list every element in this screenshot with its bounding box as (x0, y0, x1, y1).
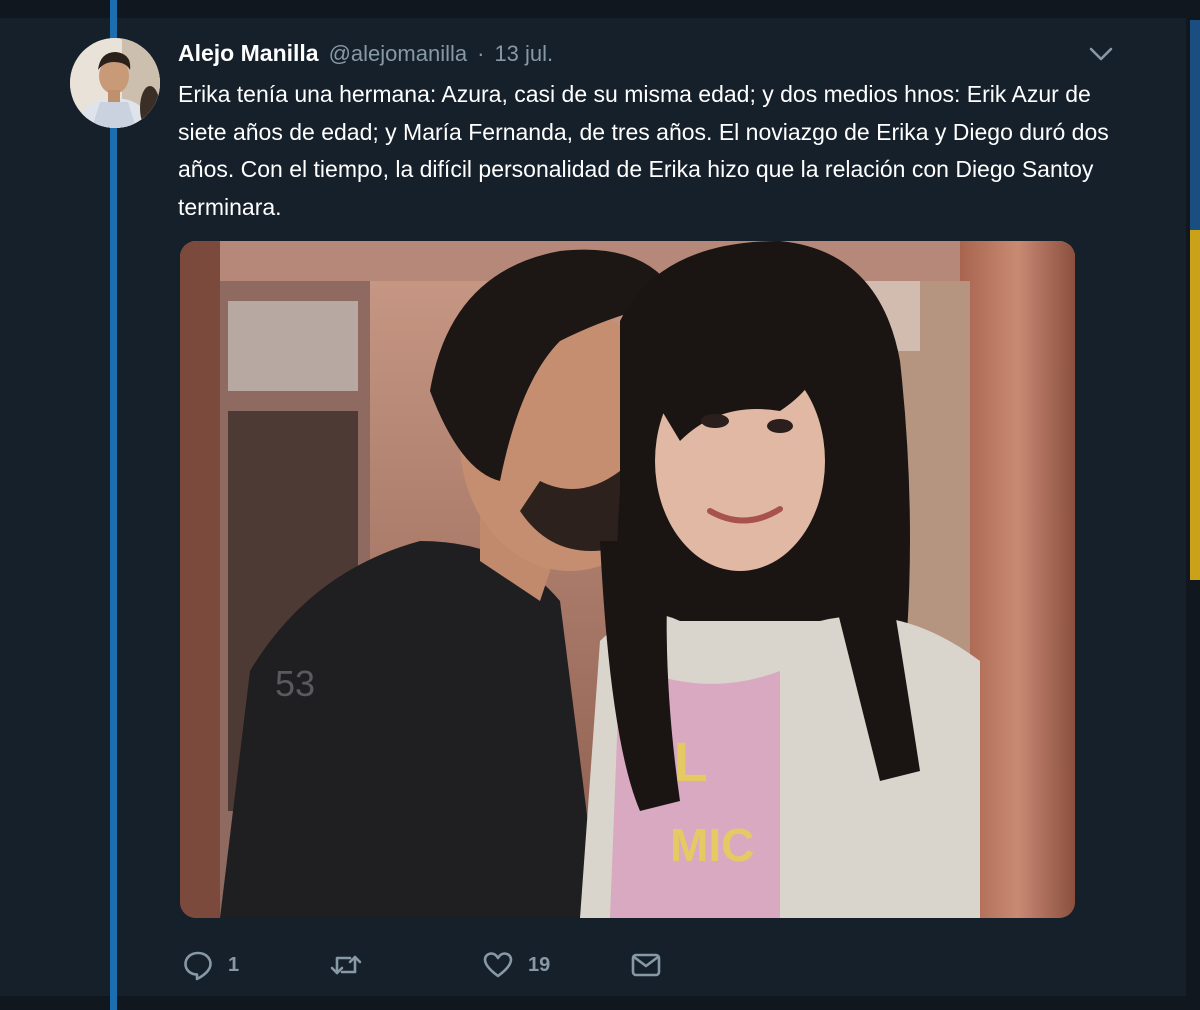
avatar-photo (70, 38, 160, 128)
author-name[interactable]: Alejo Manilla (178, 40, 319, 67)
heart-icon (483, 952, 513, 978)
tweet-text: Erika tenía una hermana: Azura, casi de … (178, 81, 1109, 220)
retweet-button[interactable] (330, 945, 376, 985)
more-options-chevron-icon[interactable] (1088, 44, 1114, 64)
tweet-date[interactable]: 13 jul. (494, 41, 553, 67)
direct-message-button[interactable] (630, 945, 662, 985)
bottom-band (0, 996, 1200, 1010)
envelope-icon (631, 953, 661, 977)
top-band (0, 0, 1200, 18)
svg-text:53: 53 (275, 663, 315, 704)
couple-photo: OL MIC 53 (180, 241, 1075, 918)
reply-count: 1 (228, 953, 240, 976)
reply-button[interactable]: 1 (182, 945, 239, 985)
retweet-icon (330, 955, 362, 975)
author-handle[interactable]: @alejomanilla (329, 41, 468, 67)
tweet-media-photo[interactable]: OL MIC 53 (180, 241, 1075, 918)
adjacent-content-strip (1190, 20, 1200, 230)
adjacent-content-strip-yellow (1190, 230, 1200, 580)
meta-separator: · (477, 41, 485, 66)
thread-connector-line (110, 0, 117, 1010)
reply-icon (184, 951, 212, 981)
avatar[interactable] (70, 38, 160, 128)
tweet-actions: 1 19 (182, 945, 702, 985)
like-button[interactable]: 19 (482, 945, 550, 985)
tweet-header: Alejo Manilla @alejomanilla · 13 jul. (178, 40, 553, 70)
like-count: 19 (528, 953, 551, 976)
svg-text:MIC: MIC (670, 819, 754, 871)
